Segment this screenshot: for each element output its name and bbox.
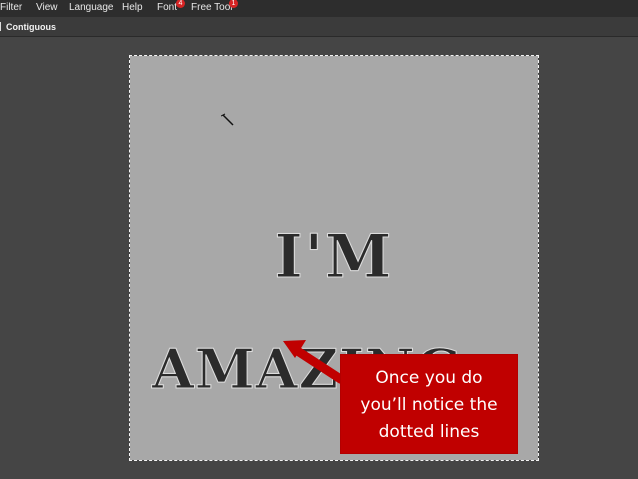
annotation-callout: Once you do you’ll notice the dotted lin… [340, 354, 518, 454]
callout-line-1: Once you do [375, 368, 483, 388]
callout-arrow-icon [283, 340, 345, 384]
callout-line-2: you’ll notice the [360, 395, 498, 415]
callout-line-3: dotted lines [378, 422, 480, 442]
